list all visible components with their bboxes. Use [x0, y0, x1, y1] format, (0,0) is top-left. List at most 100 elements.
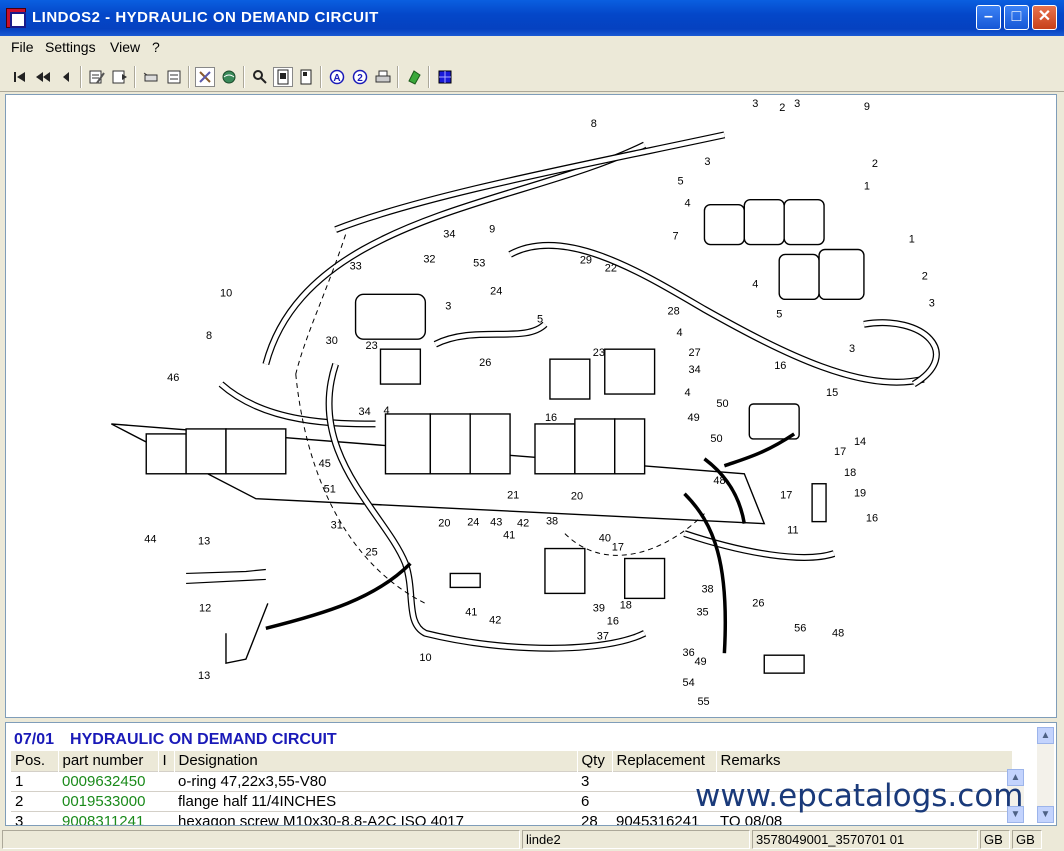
callout-label[interactable]: 48 — [832, 627, 844, 639]
callout-label[interactable]: 24 — [490, 285, 502, 297]
callout-label[interactable]: 30 — [326, 335, 338, 347]
panel-scroll-down-icon[interactable]: ▼ — [1037, 806, 1054, 823]
zoom-icon[interactable] — [250, 67, 270, 87]
callout-label[interactable]: 16 — [545, 412, 557, 424]
callout-label[interactable]: 20 — [571, 491, 583, 503]
callout-label[interactable]: 4 — [685, 387, 691, 399]
callout-label[interactable]: 45 — [319, 458, 331, 470]
callout-label[interactable]: 25 — [366, 547, 378, 559]
callout-label[interactable]: 37 — [597, 630, 609, 642]
callout-label[interactable]: 8 — [206, 330, 212, 342]
cell-part-number[interactable]: 9008311241 — [58, 810, 158, 825]
grid-icon[interactable] — [435, 67, 455, 87]
col-part-number[interactable]: part number — [58, 751, 159, 771]
back-icon[interactable] — [56, 67, 76, 87]
callout-label[interactable]: 17 — [834, 446, 846, 458]
callout-label[interactable]: 5 — [776, 308, 782, 320]
callout-label[interactable]: 50 — [710, 433, 722, 445]
cell-part-number[interactable]: 0009632450 — [58, 770, 158, 791]
callout-label[interactable]: 2 — [922, 270, 928, 282]
callout-label[interactable]: 44 — [144, 534, 156, 546]
col-qty[interactable]: Qty — [577, 751, 613, 771]
number-marker-icon[interactable]: 2 — [350, 67, 370, 87]
callout-label[interactable]: 50 — [716, 398, 728, 410]
callout-label[interactable]: 13 — [198, 670, 210, 682]
callout-label[interactable]: 56 — [794, 622, 806, 634]
callout-label[interactable]: 16 — [774, 360, 786, 372]
callout-label[interactable]: 31 — [331, 520, 343, 532]
callout-label[interactable]: 18 — [620, 599, 632, 611]
callout-label[interactable]: 26 — [752, 597, 764, 609]
callout-label[interactable]: 8 — [591, 118, 597, 130]
edit-icon[interactable] — [87, 67, 107, 87]
callout-label[interactable]: 23 — [593, 347, 605, 359]
callout-label[interactable]: 34 — [443, 229, 455, 241]
panel-scroll-up-icon[interactable]: ▲ — [1037, 727, 1054, 744]
callout-label[interactable]: 12 — [199, 602, 211, 614]
first-page-icon[interactable] — [10, 67, 30, 87]
callout-label[interactable]: 10 — [419, 652, 431, 664]
previous-page-icon[interactable] — [33, 67, 53, 87]
callout-label[interactable]: 4 — [383, 405, 389, 417]
cart-icon[interactable] — [141, 67, 161, 87]
callout-label[interactable]: 3 — [794, 98, 800, 110]
callout-label[interactable]: 53 — [473, 257, 485, 269]
callout-label[interactable]: 42 — [517, 518, 529, 530]
callout-label[interactable]: 23 — [366, 340, 378, 352]
callout-label[interactable]: 1 — [909, 234, 915, 246]
callout-label[interactable]: 38 — [701, 583, 713, 595]
callout-label[interactable]: 48 — [713, 475, 725, 487]
callout-label[interactable]: 5 — [678, 176, 684, 188]
callout-label[interactable]: 9 — [489, 224, 495, 236]
callout-label[interactable]: 40 — [599, 533, 611, 545]
callout-label[interactable]: 24 — [467, 517, 479, 529]
maximize-button[interactable]: □ — [1004, 5, 1029, 30]
exploded-parts-drawing[interactable]: 1 1 2 2 2 3 3 3 3 3 3 4 4 4 4 4 5 5 5 7 8 8 9 9 10 10 11 12 13 13 14 15… — [5, 94, 1057, 718]
callout-label[interactable]: 54 — [683, 677, 695, 689]
callout-label[interactable]: 4 — [677, 327, 683, 339]
callout-label[interactable]: 7 — [673, 231, 679, 243]
callout-label[interactable]: 2 — [872, 158, 878, 170]
col-replacement[interactable]: Replacement — [612, 751, 717, 771]
callout-label[interactable]: 42 — [489, 614, 501, 626]
callout-label[interactable]: 38 — [546, 516, 558, 528]
page-icon[interactable] — [273, 67, 293, 87]
callout-label[interactable]: 20 — [438, 518, 450, 530]
callout-label[interactable]: 5 — [537, 313, 543, 325]
callout-label[interactable]: 10 — [220, 287, 232, 299]
hydraulic-circuit-diagram[interactable]: 112223 3333344444555788991010111213131415… — [6, 95, 1056, 717]
callout-label[interactable]: 3 — [704, 156, 710, 168]
callout-label[interactable]: 15 — [826, 387, 838, 399]
menu-settings[interactable]: Settings — [45, 39, 96, 55]
callout-label[interactable]: 41 — [503, 530, 515, 542]
callout-label[interactable]: 22 — [605, 262, 617, 274]
page-view-icon[interactable] — [296, 67, 316, 87]
col-designation[interactable]: Designation — [174, 751, 578, 771]
callout-label[interactable]: 16 — [607, 615, 619, 627]
callout-label[interactable]: 2 — [779, 102, 785, 114]
callout-label[interactable]: 4 — [685, 198, 691, 210]
menu-file[interactable]: File — [11, 39, 34, 55]
callout-label[interactable]: 51 — [324, 484, 336, 496]
callout-label[interactable]: 11 — [787, 525, 798, 537]
callout-label[interactable]: 39 — [593, 602, 605, 614]
menu-help[interactable]: ? — [152, 39, 160, 55]
callout-label[interactable]: 26 — [479, 357, 491, 369]
callout-label[interactable]: 43 — [490, 517, 502, 529]
compare-icon[interactable] — [110, 67, 130, 87]
export-icon[interactable] — [404, 67, 424, 87]
callout-label[interactable]: 46 — [167, 372, 179, 384]
list-icon[interactable] — [164, 67, 184, 87]
close-button[interactable]: ✕ — [1032, 5, 1057, 30]
col-i[interactable]: I — [158, 751, 175, 771]
callout-label[interactable]: 28 — [668, 305, 680, 317]
col-remarks[interactable]: Remarks — [716, 751, 1013, 771]
callout-label[interactable]: 49 — [687, 412, 699, 424]
tools-icon[interactable] — [195, 67, 215, 87]
callout-label[interactable]: 17 — [780, 490, 792, 502]
minimize-button[interactable]: – — [976, 5, 1001, 30]
callout-label[interactable]: 36 — [683, 647, 695, 659]
callout-label[interactable]: 3 — [752, 98, 758, 110]
a-marker-icon[interactable]: A — [327, 67, 347, 87]
callout-label[interactable]: 3 — [929, 297, 935, 309]
